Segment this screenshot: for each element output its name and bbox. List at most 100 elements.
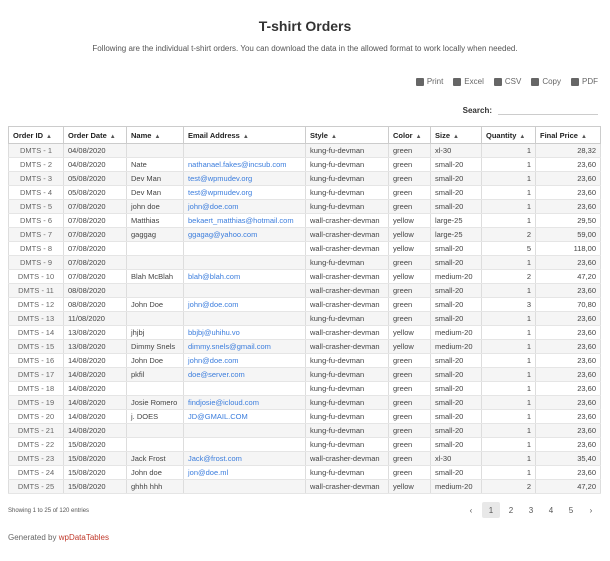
table-cell: DMTS - 9 [8, 255, 64, 270]
table-cell: yellow [388, 479, 431, 494]
table-cell [183, 255, 306, 270]
table-cell: 23,60 [535, 157, 601, 172]
column-header[interactable]: Style ▲ [305, 126, 389, 144]
sort-icon: ▲ [415, 133, 422, 140]
column-header[interactable]: Order ID ▲ [8, 126, 64, 144]
table-cell: small-20 [430, 297, 482, 312]
table-cell: small-20 [430, 185, 482, 200]
table-cell[interactable]: john@doe.com [183, 297, 306, 312]
table-cell [183, 143, 306, 158]
sort-icon: ▲ [453, 133, 459, 140]
table-row: DMTS - 21 14/08/2020 kung-fu-devman green sm… [8, 423, 601, 438]
column-header-label: Style [310, 130, 328, 140]
table-cell: wall-crasher-devman [305, 269, 389, 284]
column-header[interactable]: Size ▲ [430, 126, 482, 144]
table-cell: kung-fu-devman [305, 367, 389, 382]
table-row: DMTS - 8 07/08/2020 wall-crasher-devman yel… [8, 241, 601, 256]
table-cell: 23,60 [535, 339, 601, 354]
footer-brand-link[interactable]: wpDataTables [59, 533, 109, 542]
column-header[interactable]: Final Price ▲ [535, 126, 601, 144]
column-header[interactable]: Quantity ▲ [481, 126, 536, 144]
table-info: Showing 1 to 25 of 120 entries [8, 508, 90, 514]
table-cell: small-20 [430, 465, 482, 480]
table-cell[interactable]: bekaert_matthias@hotmail.com [183, 213, 306, 228]
table-cell [183, 437, 306, 452]
copy-export-button[interactable]: Copy [531, 77, 561, 86]
table-cell: green [388, 297, 431, 312]
table-cell: 23,60 [535, 465, 601, 480]
export-label: Excel [464, 77, 484, 86]
print-export-button[interactable]: Print [415, 77, 443, 86]
table-cell: DMTS - 16 [8, 353, 64, 368]
table-cell[interactable]: Jack@frost.com [183, 451, 306, 466]
table-cell: green [388, 283, 431, 298]
excel-export-button[interactable]: Excel [453, 77, 484, 86]
table-cell[interactable]: doe@server.com [183, 367, 306, 382]
table-cell: 15/08/2020 [63, 479, 127, 494]
search-input[interactable] [498, 102, 598, 115]
table-row: DMTS - 10 07/08/2020 Blah McBlah blah@blah.… [8, 269, 601, 284]
pdf-export-button[interactable]: PDF [571, 77, 598, 86]
csv-export-button[interactable]: CSV [493, 77, 521, 86]
column-header[interactable]: Name ▲ [126, 126, 184, 144]
page-button[interactable]: 2 [502, 502, 520, 518]
table-cell: pkfil [126, 367, 184, 382]
table-cell[interactable]: test@wpmudev.org [183, 185, 306, 200]
copy-icon [531, 77, 540, 86]
table-cell: green [388, 395, 431, 410]
table-cell[interactable]: john@doe.com [183, 353, 306, 368]
table-cell: 28,32 [535, 143, 601, 158]
table-row: DMTS - 13 11/08/2020 kung-fu-devman green sm… [8, 311, 601, 326]
table-cell: small-20 [430, 255, 482, 270]
table-cell[interactable]: test@wpmudev.org [183, 171, 306, 186]
table-cell: 1 [481, 311, 536, 326]
table-cell[interactable]: john@doe.com [183, 199, 306, 214]
table-cell[interactable]: dimmy.snels@gmail.com [183, 339, 306, 354]
table-cell: small-20 [430, 381, 482, 396]
table-cell: 23,60 [535, 409, 601, 424]
table-cell: 14/08/2020 [63, 353, 127, 368]
column-header[interactable]: Order Date ▲ [63, 126, 127, 144]
table-cell[interactable]: bbjbj@uhihu.vo [183, 325, 306, 340]
table-cell: Dev Man [126, 185, 184, 200]
sort-icon: ▲ [330, 133, 337, 140]
table-cell[interactable]: ggagag@yahoo.com [183, 227, 306, 242]
table-cell[interactable]: findjosie@icloud.com [183, 395, 306, 410]
page-button[interactable]: 5 [562, 502, 580, 518]
table-cell: 05/08/2020 [63, 185, 127, 200]
table-cell: xl-30 [430, 143, 482, 158]
table-cell: large-25 [430, 213, 482, 228]
table-cell: DMTS - 7 [8, 227, 64, 242]
table-cell: wall-crasher-devman [305, 297, 389, 312]
table-cell[interactable]: nathanael.fakes@incsub.com [183, 157, 306, 172]
next-page-button[interactable]: › [582, 502, 600, 518]
table-cell: 04/08/2020 [63, 143, 127, 158]
table-cell: 15/08/2020 [63, 437, 127, 452]
column-header[interactable]: Email Address ▲ [183, 126, 306, 144]
table-cell[interactable]: jon@doe.ml [183, 465, 306, 480]
table-cell: Blah McBlah [126, 269, 184, 284]
table-cell[interactable]: JD@GMAIL.COM [183, 409, 306, 424]
page-button[interactable]: 3 [522, 502, 540, 518]
table-cell: kung-fu-devman [305, 395, 389, 410]
table-cell: jhjbj [126, 325, 184, 340]
table-cell: 23,60 [535, 381, 601, 396]
page-button[interactable]: 1 [482, 502, 500, 518]
table-cell: 23,60 [535, 423, 601, 438]
table-cell: DMTS - 2 [8, 157, 64, 172]
table-cell [126, 423, 184, 438]
table-row: DMTS - 19 14/08/2020 Josie Romero findjosie… [8, 395, 601, 410]
table-cell: j. DOES [126, 409, 184, 424]
column-header-label: Name [131, 130, 152, 140]
table-cell: DMTS - 14 [8, 325, 64, 340]
table-cell: Nate [126, 157, 184, 172]
page-title: T-shirt Orders [258, 18, 352, 34]
table-cell: 23,60 [535, 437, 601, 452]
table-cell[interactable]: blah@blah.com [183, 269, 306, 284]
page-button[interactable]: 4 [542, 502, 560, 518]
table-cell: green [388, 451, 431, 466]
table-cell: wall-crasher-devman [305, 283, 389, 298]
column-header[interactable]: Color ▲ [388, 126, 431, 144]
prev-page-button[interactable]: ‹ [462, 502, 480, 518]
column-header-label: Email Address [188, 130, 240, 140]
